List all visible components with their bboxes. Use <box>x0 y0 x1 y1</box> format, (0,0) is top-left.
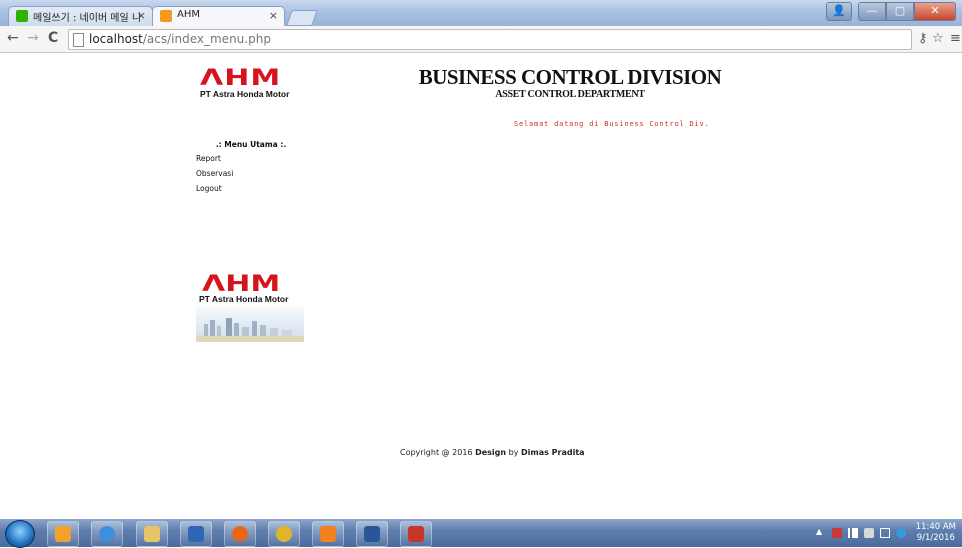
tab-close-icon[interactable]: × <box>137 9 146 22</box>
action-center-icon[interactable] <box>832 528 842 538</box>
footer-author: Dimas Pradita <box>520 448 585 457</box>
clock-time: 11:40 AM <box>915 522 956 532</box>
back-arrow-icon[interactable]: ← <box>7 30 19 46</box>
reload-icon[interactable]: C <box>48 30 58 46</box>
taskbar-clock[interactable]: 11:40 AM 9/1/2016 <box>916 522 956 544</box>
menu-item-observasi[interactable]: Observasi <box>196 169 306 184</box>
tab-label: AHM <box>177 9 200 20</box>
media-player-taskbar-icon[interactable] <box>180 521 212 547</box>
url-host: localhost <box>89 32 143 46</box>
start-button-icon[interactable] <box>5 520 35 548</box>
browser-toolbar: ← → C localhost/acs/index_menu.php ⚷ ☆ ≡ <box>0 26 962 53</box>
page-icon <box>73 33 84 47</box>
url-path: /acs/index_menu.php <box>142 32 271 46</box>
menu-title: .: Menu Utama :. <box>215 140 287 149</box>
file-explorer-taskbar-icon[interactable] <box>136 521 168 547</box>
url-text: localhost/acs/index_menu.php <box>89 30 271 49</box>
footer-design: Design <box>475 448 507 457</box>
maximize-button[interactable]: ▢ <box>886 2 914 21</box>
logo-mark: ΛHM <box>200 64 282 91</box>
page-header: BUSINESS CONTROL DIVISION ASSET CONTROL … <box>400 65 740 100</box>
page-subtitle: ASSET CONTROL DEPARTMENT <box>495 89 645 100</box>
welcome-marquee: Selamat datang di Business Control Div. <box>514 120 710 128</box>
chrome-taskbar-icon[interactable] <box>268 521 300 547</box>
address-bar[interactable]: localhost/acs/index_menu.php <box>68 29 912 50</box>
show-hidden-icons-icon[interactable]: ▲ <box>816 527 826 537</box>
chrome-menu-icon[interactable]: ≡ <box>950 31 961 46</box>
menu-item-logout[interactable]: Logout <box>196 184 306 199</box>
menu-item-report[interactable]: Report <box>196 154 306 169</box>
window-controls: 👤 — ▢ ✕ <box>826 2 956 21</box>
footer-prefix: Copyright @ 2016 <box>400 448 476 457</box>
word-taskbar-icon[interactable] <box>356 521 388 547</box>
clock-date: 9/1/2016 <box>916 533 955 543</box>
minimize-button[interactable]: — <box>858 2 886 21</box>
browser-titlebar: 메일쓰기 : 네이버 메일 니 × AHM × 👤 — ▢ ✕ <box>0 0 962 26</box>
main-menu: .: Menu Utama :. Report Observasi Logout <box>196 140 306 199</box>
ahm-banner-image: ΛHM PT Astra Honda Motor <box>196 270 304 342</box>
app-taskbar-icon[interactable] <box>400 521 432 547</box>
close-window-button[interactable]: ✕ <box>914 2 956 21</box>
windows-taskbar: ▲ 11:40 AM 9/1/2016 <box>0 519 962 548</box>
key-icon[interactable]: ⚷ <box>918 31 928 46</box>
xampp-taskbar-icon[interactable] <box>312 521 344 547</box>
xampp-favicon-icon <box>160 10 172 22</box>
internet-explorer-taskbar-icon[interactable] <box>91 521 123 547</box>
banner-logo-subtitle: PT Astra Honda Motor <box>199 294 289 304</box>
outlook-taskbar-icon[interactable] <box>47 521 79 547</box>
tab-ahm[interactable]: AHM × <box>152 6 285 26</box>
city-skyline-icon <box>196 318 304 342</box>
system-tray: ▲ 11:40 AM 9/1/2016 <box>792 519 962 547</box>
footer-copyright: Copyright @ 2016 Design by Dimas Pradita <box>400 448 585 457</box>
tab-label: 메일쓰기 : 네이버 메일 니 <box>33 13 142 24</box>
bookmark-star-icon[interactable]: ☆ <box>932 31 944 46</box>
network-signal-icon[interactable] <box>848 528 858 538</box>
battery-icon[interactable] <box>880 528 890 538</box>
page-title: BUSINESS CONTROL DIVISION <box>418 65 722 89</box>
naver-mail-favicon-icon <box>16 10 28 22</box>
page-content: ΛHM PT Astra Honda Motor BUSINESS CONTRO… <box>0 53 962 519</box>
user-icon[interactable]: 👤 <box>826 2 852 21</box>
drive-icon[interactable] <box>896 528 906 538</box>
forward-arrow-icon[interactable]: → <box>27 30 39 46</box>
tab-close-icon[interactable]: × <box>269 9 278 22</box>
new-tab-button[interactable] <box>286 10 318 26</box>
tab-naver-mail[interactable]: 메일쓰기 : 네이버 메일 니 × <box>8 6 153 26</box>
firefox-taskbar-icon[interactable] <box>224 521 256 547</box>
footer-by: by <box>506 448 521 457</box>
ahm-logo: ΛHM PT Astra Honda Motor <box>200 67 300 99</box>
banner-logo-mark: ΛHM <box>202 270 281 297</box>
volume-icon[interactable] <box>864 528 874 538</box>
